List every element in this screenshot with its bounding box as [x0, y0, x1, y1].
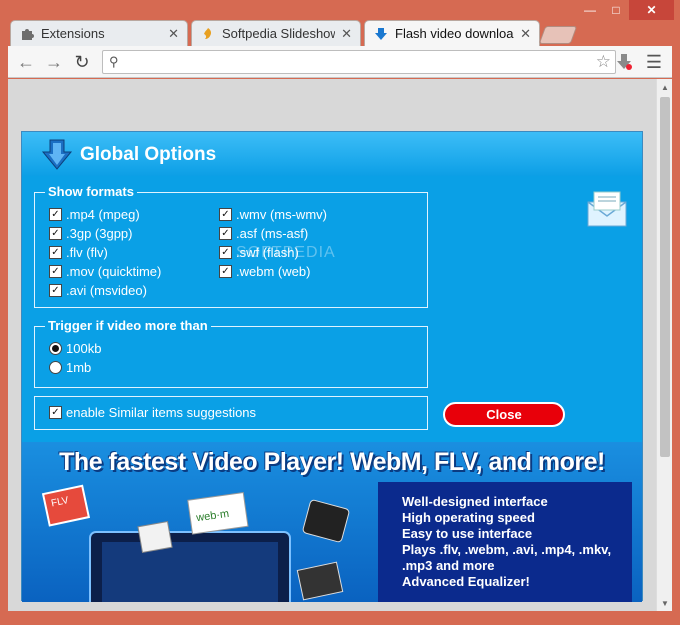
reload-icon[interactable]: ↻: [70, 50, 94, 74]
format-label: .asf (ms-asf): [236, 226, 309, 241]
feature-item: Plays .flv, .webm, .avi, .mp4, .mkv,: [402, 542, 612, 557]
radio-button[interactable]: [49, 342, 62, 355]
tab-title: Extensions: [41, 26, 105, 41]
page-content: Global Options Show formats ✓ .mp4 (mpeg)…: [8, 79, 672, 611]
feature-item: High operating speed: [402, 510, 535, 525]
format-flv[interactable]: ✓ .flv (flv): [49, 245, 108, 260]
format-label: .avi (msvideo): [66, 283, 147, 298]
checkbox[interactable]: ✓: [49, 208, 62, 221]
window-controls: — □ ✕: [577, 0, 674, 20]
format-label: .webm (web): [236, 264, 311, 279]
scroll-down-icon[interactable]: ▼: [657, 595, 672, 611]
browser-window: — □ ✕ Extensions ✕ Softpedia Slideshow -…: [0, 0, 680, 625]
checkbox[interactable]: ✓: [219, 265, 232, 278]
trigger-100kb-option[interactable]: 100kb: [49, 341, 101, 356]
trigger-size-group: Trigger if video more than 100kb 1mb: [34, 318, 428, 388]
scroll-up-icon[interactable]: ▲: [657, 79, 672, 95]
checkbox-label: enable Similar items suggestions: [66, 405, 257, 420]
video-player-artwork-icon: FLV web·m: [41, 484, 350, 602]
trigger-1mb-option[interactable]: 1mb: [49, 360, 91, 375]
dialog-title: Global Options: [80, 144, 217, 165]
format-label: .wmv (ms-wmv): [236, 207, 327, 222]
feature-item: .mp3 and more: [402, 558, 495, 573]
checkbox[interactable]: ✓: [49, 246, 62, 259]
tab-title: Softpedia Slideshow - \: [222, 26, 336, 41]
similar-items-checkbox[interactable]: ✓ enable Similar items suggestions: [49, 405, 256, 420]
address-bar[interactable]: ⚲ ☆: [102, 50, 616, 74]
global-options-dialog: Global Options Show formats ✓ .mp4 (mpeg)…: [21, 131, 643, 602]
checkbox[interactable]: ✓: [49, 265, 62, 278]
softpedia-icon: [200, 26, 216, 42]
group-title: Show formats: [45, 184, 137, 199]
browser-toolbar: ← → ↻ ⚲ ☆ ☰: [8, 46, 672, 78]
features-panel: Well-designed interface High operating s…: [378, 482, 632, 602]
feature-item: Advanced Equalizer!: [402, 574, 530, 589]
checkbox[interactable]: ✓: [219, 246, 232, 259]
format-asf[interactable]: ✓ .asf (ms-asf): [219, 226, 308, 241]
scroll-thumb[interactable]: [660, 97, 670, 457]
tab-close-icon[interactable]: ✕: [520, 26, 531, 42]
radio-label: 1mb: [66, 360, 92, 375]
checkbox[interactable]: ✓: [219, 227, 232, 240]
puzzle-icon: [19, 26, 35, 42]
similar-items-group: ✓ enable Similar items suggestions: [34, 396, 428, 430]
extension-download-icon[interactable]: [612, 50, 636, 74]
format-3gp[interactable]: ✓ .3gp (3gpp): [49, 226, 133, 241]
new-tab-button[interactable]: [538, 26, 578, 44]
format-label: .mov (quicktime): [66, 264, 162, 279]
menu-icon[interactable]: ☰: [642, 50, 666, 74]
dialog-header: Global Options: [22, 132, 642, 176]
minimize-button[interactable]: —: [577, 0, 603, 20]
forward-arrow-icon[interactable]: →: [42, 50, 66, 74]
maximize-button[interactable]: □: [603, 0, 629, 20]
radio-label: 100kb: [66, 341, 102, 356]
format-webm[interactable]: ✓ .webm (web): [219, 264, 310, 279]
checkbox[interactable]: ✓: [49, 227, 62, 240]
show-formats-group: Show formats ✓ .mp4 (mpeg) ✓ .3gp (3gpp) ✓…: [34, 184, 428, 308]
promo-banner[interactable]: The fastest Video Player! WebM, FLV, and…: [22, 442, 642, 602]
tab-flash-video-downloader[interactable]: Flash video downloadе ✕: [364, 20, 540, 46]
checkbox[interactable]: ✓: [49, 284, 62, 297]
bookmark-star-icon[interactable]: ☆: [596, 52, 611, 72]
tab-title: Flash video downloadе: [395, 26, 514, 41]
format-label: .flv (flv): [66, 245, 108, 260]
format-label: .mp4 (mpeg): [66, 207, 140, 222]
download-logo-icon: [41, 139, 73, 170]
format-label: .3gp (3gpp): [66, 226, 133, 241]
feature-item: Easy to use interface: [402, 526, 533, 541]
vertical-scrollbar[interactable]: ▲ ▼: [656, 79, 672, 611]
url-input[interactable]: [127, 53, 587, 71]
download-arrow-icon: [373, 26, 389, 42]
format-wmv[interactable]: ✓ .wmv (ms-wmv): [219, 207, 327, 222]
softpedia-watermark: SOFTPEDIA: [236, 244, 336, 261]
tab-extensions[interactable]: Extensions ✕: [10, 20, 188, 46]
format-avi[interactable]: ✓ .avi (msvideo): [49, 283, 147, 298]
tab-softpedia-slideshow[interactable]: Softpedia Slideshow - \ ✕: [191, 20, 361, 46]
checkbox[interactable]: ✓: [219, 208, 232, 221]
format-mp4[interactable]: ✓ .mp4 (mpeg): [49, 207, 140, 222]
group-title: Trigger if video more than: [45, 318, 211, 333]
format-mov[interactable]: ✓ .mov (quicktime): [49, 264, 161, 279]
checkbox[interactable]: ✓: [49, 406, 62, 419]
window-close-button[interactable]: ✕: [629, 0, 674, 20]
back-arrow-icon[interactable]: ←: [14, 50, 38, 74]
radio-button[interactable]: [49, 361, 62, 374]
feature-item: Well-designed interface: [402, 494, 548, 509]
close-button[interactable]: Close: [443, 402, 565, 427]
envelope-icon[interactable]: [586, 190, 628, 228]
search-icon: ⚲: [109, 54, 119, 69]
banner-headline: The fastest Video Player! WebM, FLV, and…: [59, 448, 605, 476]
tab-close-icon[interactable]: ✕: [341, 26, 352, 42]
tab-close-icon[interactable]: ✕: [168, 26, 179, 42]
tab-strip: Extensions ✕ Softpedia Slideshow - \ ✕ F…: [8, 18, 588, 46]
